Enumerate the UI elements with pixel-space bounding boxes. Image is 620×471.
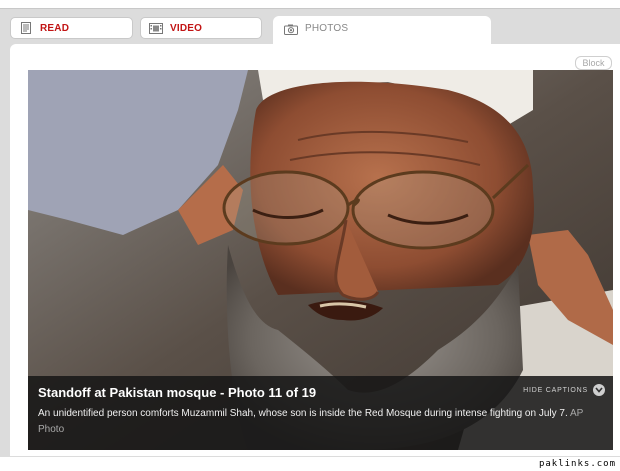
hide-captions-button[interactable]: HIDE CAPTIONS — [523, 384, 605, 396]
document-icon — [19, 22, 33, 34]
film-icon — [149, 22, 163, 34]
tab-video-label: VIDEO — [170, 22, 203, 34]
tab-photos-label: PHOTOS — [305, 23, 349, 34]
photo-caption: Standoff at Pakistan mosque - Photo 11 o… — [28, 376, 613, 450]
tab-read-label: READ — [40, 22, 70, 34]
watermark: paklinks.com — [538, 459, 616, 469]
tab-photos[interactable]: PHOTOS — [273, 16, 491, 47]
hide-captions-label: HIDE CAPTIONS — [523, 386, 588, 394]
chevron-down-icon — [593, 384, 605, 396]
caption-description: An unidentified person comforts Muzammil… — [38, 406, 598, 438]
tab-read[interactable]: READ — [10, 17, 133, 39]
caption-title: Standoff at Pakistan mosque - Photo 11 o… — [38, 385, 317, 400]
tab-video[interactable]: VIDEO — [140, 17, 262, 39]
caption-text: An unidentified person comforts Muzammil… — [38, 408, 568, 419]
camera-icon — [284, 23, 298, 35]
block-button[interactable]: Block — [575, 56, 612, 70]
